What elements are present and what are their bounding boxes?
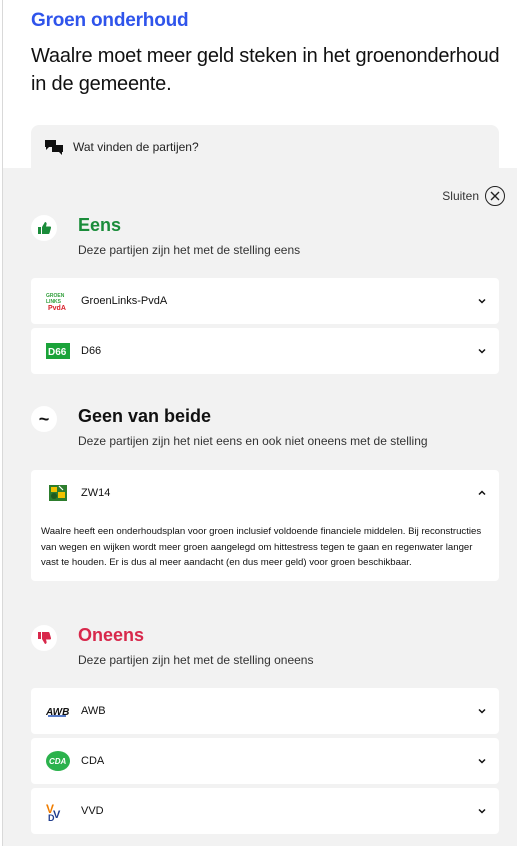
vvd-logo: V V D xyxy=(45,801,71,822)
section-agree-header: Eens Deze partijen zijn het met de stell… xyxy=(31,214,300,257)
tilde-icon: ~ xyxy=(31,406,57,432)
party-name: CDA xyxy=(81,755,105,767)
chat-bubbles-icon xyxy=(45,140,63,155)
chevron-down-icon[interactable] xyxy=(477,706,487,716)
section-disagree-header: Oneens Deze partijen zijn het met de ste… xyxy=(31,624,313,667)
section-neutral-title: Geen van beide xyxy=(78,406,212,426)
party-opinions-panel: Sluiten Eens Deze partijen zijn het met … xyxy=(3,168,517,846)
chevron-down-icon[interactable] xyxy=(477,346,487,356)
tab-label: Wat vinden de partijen? xyxy=(73,140,199,154)
party-row[interactable]: GROEN LINKS PvdA GroenLinks-PvdA xyxy=(31,278,499,324)
thumbs-down-icon xyxy=(31,625,57,651)
section-neutral-header: ~ Geen van beide Deze partijen zijn het … xyxy=(31,405,428,448)
section-disagree-title: Oneens xyxy=(78,625,145,645)
party-card-zw14[interactable]: ZW14 Waalre heeft een onderhoudsplan voo… xyxy=(31,470,499,581)
chevron-down-icon[interactable] xyxy=(477,806,487,816)
close-icon[interactable] xyxy=(485,186,505,206)
d66-logo: D66 xyxy=(45,341,71,361)
section-neutral-subtitle: Deze partijen zijn het niet eens en ook … xyxy=(78,434,428,448)
party-row[interactable]: ZW14 xyxy=(31,470,499,516)
party-card-cda[interactable]: CDA CDA xyxy=(31,738,499,784)
awb-logo: AWB xyxy=(45,701,71,721)
tab-party-opinions[interactable]: Wat vinden de partijen? xyxy=(31,125,499,169)
party-name: D66 xyxy=(81,345,102,357)
party-name: ZW14 xyxy=(81,487,111,499)
svg-text:D: D xyxy=(48,813,55,822)
svg-text:D66: D66 xyxy=(48,347,67,358)
party-name: GroenLinks-PvdA xyxy=(81,295,168,307)
topic-title: Groen onderhoud xyxy=(31,10,189,31)
party-card-d66[interactable]: D66 D66 xyxy=(31,328,499,374)
cda-logo: CDA xyxy=(45,751,71,771)
party-card-groenlinks-pvda[interactable]: GROEN LINKS PvdA GroenLinks-PvdA xyxy=(31,278,499,324)
section-agree-subtitle: Deze partijen zijn het met de stelling e… xyxy=(78,243,301,257)
party-row[interactable]: AWB AWB xyxy=(31,688,499,734)
svg-text:CDA: CDA xyxy=(49,757,67,766)
party-card-awb[interactable]: AWB AWB xyxy=(31,688,499,734)
chevron-down-icon[interactable] xyxy=(477,296,487,306)
chevron-down-icon[interactable] xyxy=(477,756,487,766)
close-button[interactable]: Sluiten xyxy=(442,186,505,206)
statement-header: Groen onderhoud Waalre moet meer geld st… xyxy=(31,10,501,98)
statement-text: Waalre moet meer geld steken in het groe… xyxy=(31,45,500,95)
party-row[interactable]: V V D VVD xyxy=(31,788,499,834)
groenlinks-pvda-logo: GROEN LINKS PvdA xyxy=(45,291,71,311)
chevron-up-icon[interactable] xyxy=(477,488,487,498)
party-name: AWB xyxy=(81,705,106,717)
party-name: VVD xyxy=(81,805,104,817)
close-label: Sluiten xyxy=(442,189,479,203)
party-card-vvd[interactable]: V V D VVD xyxy=(31,788,499,834)
party-explanation: Waalre heeft een onderhoudsplan voor gro… xyxy=(41,526,482,568)
zw14-logo xyxy=(45,483,71,503)
party-row[interactable]: D66 D66 xyxy=(31,328,499,374)
svg-text:PvdA: PvdA xyxy=(48,305,66,311)
section-disagree-subtitle: Deze partijen zijn het met de stelling o… xyxy=(78,653,314,667)
section-agree-title: Eens xyxy=(78,215,122,235)
thumbs-up-icon xyxy=(31,215,57,241)
party-row[interactable]: CDA CDA xyxy=(31,738,499,784)
